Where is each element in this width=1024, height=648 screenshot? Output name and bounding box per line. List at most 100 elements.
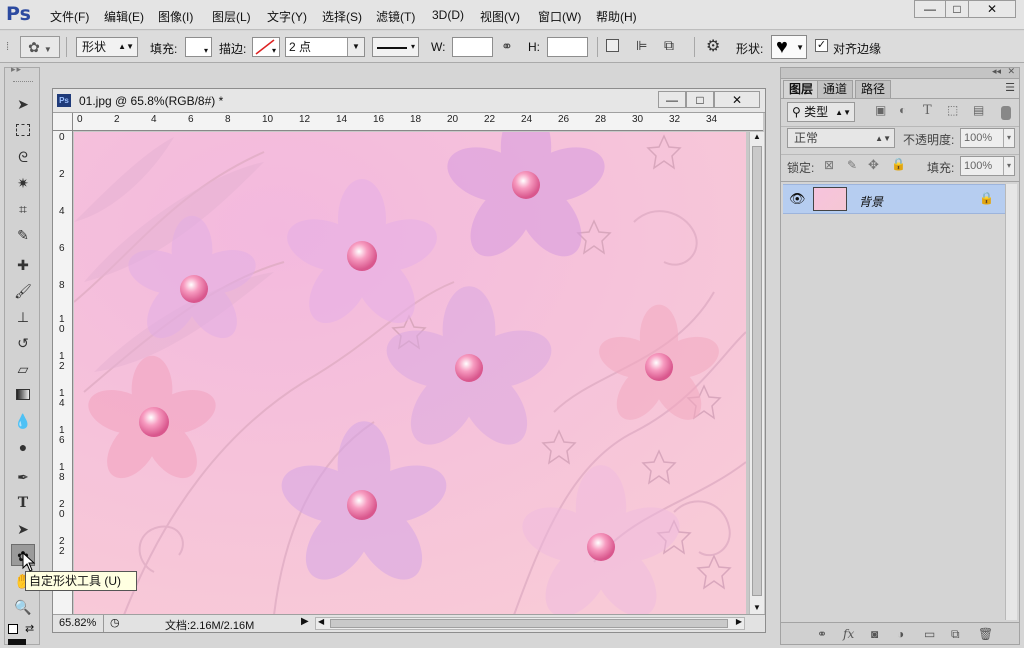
app-maximize-button[interactable]: □ bbox=[945, 0, 969, 18]
marquee-tool-icon[interactable] bbox=[11, 120, 35, 142]
fx-icon[interactable]: fx bbox=[843, 627, 854, 641]
lasso-tool-icon[interactable]: ᘓ bbox=[11, 146, 35, 168]
tool-mode-select[interactable]: 形状 ▲▼ bbox=[76, 37, 138, 57]
type-filter-icon[interactable]: T bbox=[923, 103, 932, 118]
add-mask-icon[interactable]: ◙ bbox=[871, 627, 878, 641]
brush-tool-icon[interactable]: 🖌 bbox=[11, 280, 35, 302]
doc-minimize-button[interactable]: — bbox=[658, 91, 686, 108]
healing-brush-tool-icon[interactable]: ✚ bbox=[11, 254, 35, 276]
doc-maximize-button[interactable]: □ bbox=[686, 91, 714, 108]
document-tab[interactable]: Ps 01.jpg @ 65.8%(RGB/8#) * — □ ✕ bbox=[53, 89, 765, 113]
app-minimize-button[interactable]: — bbox=[914, 0, 946, 18]
clone-stamp-tool-icon[interactable]: ⊥ bbox=[11, 306, 35, 328]
menu-3d[interactable]: 3D(D) bbox=[432, 8, 464, 22]
ruler-origin[interactable] bbox=[53, 113, 73, 131]
menu-filter[interactable]: 滤镜(T) bbox=[376, 8, 415, 25]
path-operations-icon[interactable] bbox=[606, 39, 619, 52]
close-panel-icon[interactable]: ✕ bbox=[1007, 66, 1015, 77]
layer-row-background[interactable]: 👁 背景 🔒 bbox=[783, 184, 1005, 214]
shape-filter-icon[interactable]: ⬚ bbox=[947, 103, 958, 117]
tab-paths[interactable]: 路径 bbox=[855, 80, 892, 98]
foreground-color-swatch[interactable] bbox=[8, 639, 26, 645]
default-colors-icon[interactable] bbox=[8, 624, 18, 634]
adjustment-filter-icon[interactable]: ◐ bbox=[899, 103, 906, 117]
panel-collapse-icon[interactable]: ▸▸ bbox=[11, 64, 22, 75]
menu-layer[interactable]: 图层(L) bbox=[212, 8, 251, 25]
image-canvas[interactable] bbox=[74, 132, 746, 615]
zoom-level[interactable]: 65.82% bbox=[59, 617, 96, 629]
eye-icon[interactable]: 👁 bbox=[789, 191, 806, 207]
layer-name[interactable]: 背景 bbox=[859, 193, 883, 210]
stroke-swatch[interactable]: ▾ bbox=[252, 37, 280, 57]
scroll-thumb[interactable] bbox=[330, 619, 728, 628]
new-group-icon[interactable]: ▭ bbox=[924, 627, 935, 641]
status-menu-icon[interactable]: ▶ bbox=[301, 616, 309, 627]
link-icon[interactable]: ⚭ bbox=[501, 38, 513, 55]
vertical-scrollbar[interactable]: ▲ ▼ bbox=[749, 132, 764, 615]
path-selection-tool-icon[interactable]: ➤ bbox=[11, 518, 35, 540]
smart-object-filter-icon[interactable]: ▤ bbox=[973, 103, 984, 117]
stroke-width-field[interactable]: 2 点 ▼ bbox=[285, 37, 365, 57]
link-layers-icon[interactable]: ⚭ bbox=[817, 627, 827, 641]
panel-menu-icon[interactable]: ☰ bbox=[1005, 81, 1015, 94]
opacity-field[interactable]: 100% ▾ bbox=[960, 128, 1015, 148]
menu-image[interactable]: 图像(I) bbox=[158, 8, 193, 25]
gradient-tool-icon[interactable] bbox=[11, 384, 35, 406]
move-tool-icon[interactable]: ➤ bbox=[11, 93, 35, 115]
gear-icon[interactable]: ⚙ bbox=[706, 36, 720, 56]
blend-mode-select[interactable]: 正常 ▲▼ bbox=[787, 128, 895, 148]
collapse-panel-icon[interactable]: ◂◂ bbox=[992, 66, 1001, 77]
zoom-tool-icon[interactable]: 🔍 bbox=[11, 596, 35, 618]
height-field[interactable] bbox=[547, 37, 588, 57]
eyedropper-tool-icon[interactable]: ✎ bbox=[11, 224, 35, 246]
menu-type[interactable]: 文字(Y) bbox=[267, 8, 307, 25]
fill-field[interactable]: 100% ▾ bbox=[960, 156, 1015, 176]
crop-tool-icon[interactable]: ⌗ bbox=[11, 198, 35, 220]
path-arrangement-icon[interactable]: ⧉ bbox=[664, 37, 674, 54]
panel-scrollbar[interactable] bbox=[1005, 184, 1017, 620]
lock-all-icon[interactable]: 🔒 bbox=[891, 157, 906, 171]
menu-edit[interactable]: 编辑(E) bbox=[104, 8, 144, 25]
blur-tool-icon[interactable]: 💧 bbox=[11, 410, 35, 432]
lock-icon[interactable]: 🔒 bbox=[979, 191, 994, 205]
pixel-filter-icon[interactable]: ▣ bbox=[875, 103, 886, 117]
horizontal-scrollbar[interactable]: ◀ ▶ bbox=[315, 617, 745, 630]
eraser-tool-icon[interactable]: ▱ bbox=[11, 358, 35, 380]
chevron-down-icon[interactable]: ▼ bbox=[347, 38, 364, 56]
scroll-left-icon[interactable]: ◀ bbox=[318, 617, 324, 626]
app-close-button[interactable]: ✕ bbox=[968, 0, 1016, 18]
filter-toggle[interactable] bbox=[1001, 106, 1011, 120]
tool-preset-picker[interactable]: ✿ ▼ bbox=[20, 36, 60, 58]
pen-tool-icon[interactable]: ✒ bbox=[11, 466, 35, 488]
tab-channels[interactable]: 通道 bbox=[817, 80, 854, 98]
type-tool-icon[interactable]: T bbox=[11, 492, 35, 514]
lock-position-icon[interactable]: ✥ bbox=[868, 157, 879, 173]
new-layer-icon[interactable]: ⧉ bbox=[951, 627, 960, 642]
stroke-style-select[interactable]: ▾ bbox=[372, 37, 419, 57]
align-edges-checkbox[interactable]: ✓ bbox=[815, 39, 828, 52]
menu-select[interactable]: 选择(S) bbox=[322, 8, 362, 25]
layer-kind-filter[interactable]: ⚲ 类型 ▲▼ bbox=[787, 102, 855, 122]
shape-picker[interactable]: ♥ ▼ bbox=[771, 35, 807, 59]
magic-wand-tool-icon[interactable]: ✷ bbox=[11, 172, 35, 194]
menu-window[interactable]: 窗口(W) bbox=[538, 8, 581, 25]
menu-help[interactable]: 帮助(H) bbox=[596, 8, 637, 25]
scroll-thumb[interactable] bbox=[752, 146, 762, 596]
history-brush-tool-icon[interactable]: ↺ bbox=[11, 332, 35, 354]
swap-colors-icon[interactable]: ⇄ bbox=[25, 622, 34, 635]
scroll-right-icon[interactable]: ▶ bbox=[736, 617, 742, 626]
status-info-icon[interactable]: ◷ bbox=[110, 616, 120, 629]
path-alignment-icon[interactable]: ⊫ bbox=[636, 38, 647, 54]
width-field[interactable] bbox=[452, 37, 493, 57]
menu-file[interactable]: 文件(F) bbox=[50, 8, 89, 25]
menu-view[interactable]: 视图(V) bbox=[480, 8, 520, 25]
dodge-tool-icon[interactable]: ● bbox=[11, 436, 35, 458]
fill-swatch[interactable]: ▾ bbox=[185, 37, 212, 57]
horizontal-ruler[interactable]: 0 2 4 6 8 10 12 14 16 18 20 22 24 26 28 … bbox=[73, 113, 763, 131]
lock-transparent-icon[interactable]: ⊠ bbox=[824, 158, 834, 172]
adjustment-layer-icon[interactable]: ◑ bbox=[897, 627, 904, 641]
doc-close-button[interactable]: ✕ bbox=[714, 91, 760, 108]
lock-image-icon[interactable]: ✎ bbox=[847, 158, 857, 172]
tab-layers[interactable]: 图层 bbox=[783, 80, 820, 98]
delete-layer-icon[interactable]: 🗑 bbox=[978, 627, 993, 641]
